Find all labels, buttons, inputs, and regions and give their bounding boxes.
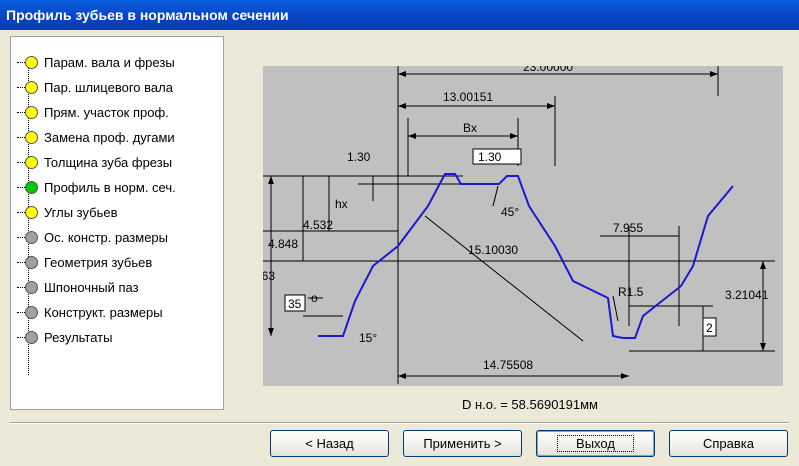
dim-35: 35 bbox=[288, 297, 302, 311]
dim-4848: 4.848 bbox=[268, 237, 298, 251]
tree-item-label: Углы зубьев bbox=[44, 204, 118, 220]
dim-total-width: 23.00000 bbox=[523, 66, 573, 74]
tree-branch bbox=[17, 286, 25, 288]
tree-item[interactable]: Парам. вала и фрезы bbox=[17, 50, 175, 74]
status-dot-icon bbox=[25, 330, 38, 344]
dim-angle-15: 15° bbox=[359, 331, 377, 345]
tree-item[interactable]: Геометрия зубьев bbox=[17, 250, 152, 274]
tree-branch bbox=[17, 111, 25, 113]
tree-item[interactable]: Пар. шлицевого вала bbox=[17, 75, 173, 99]
dim-7955: 7.955 bbox=[613, 221, 643, 235]
tree-item[interactable]: Замена проф. дугами bbox=[17, 125, 175, 149]
dim-7563: 7.563 bbox=[263, 269, 275, 283]
help-button[interactable]: Справка bbox=[669, 430, 788, 457]
tooth-profile-drawing: 23.00000 13.00151 Bx 1.30 1.30 hx 45° 4.… bbox=[263, 66, 783, 386]
tree-item[interactable]: Шпоночный паз bbox=[17, 275, 139, 299]
dimension-arrows bbox=[268, 71, 766, 379]
dim-width-1: 13.00151 bbox=[443, 90, 493, 104]
status-dot-icon bbox=[25, 255, 38, 269]
tree-branch bbox=[17, 86, 25, 88]
dim-15-10030: 15.10030 bbox=[468, 243, 518, 257]
dim-r15: R1.5 bbox=[618, 285, 644, 299]
tree-item[interactable]: Результаты bbox=[17, 325, 112, 349]
tree-item-label: Конструкт. размеры bbox=[44, 304, 163, 320]
tree-item-label: Замена проф. дугами bbox=[44, 129, 175, 145]
dimension-labels: 23.00000 13.00151 Bx 1.30 1.30 hx 45° 4.… bbox=[263, 66, 769, 372]
tree-item[interactable]: Прям. участок проф. bbox=[17, 100, 169, 124]
tree-branch bbox=[17, 186, 25, 188]
exit-button-label: Выход bbox=[557, 435, 634, 452]
tree-branch bbox=[17, 261, 25, 263]
tree-item[interactable]: Углы зубьев bbox=[17, 200, 118, 224]
status-dot-icon bbox=[25, 55, 38, 69]
tree-item[interactable]: Профиль в норм. сеч. bbox=[17, 175, 176, 199]
status-dot-icon bbox=[25, 105, 38, 119]
tree-branch bbox=[17, 161, 25, 163]
tree-branch bbox=[17, 136, 25, 138]
dim-3210: 3.21041 bbox=[725, 288, 769, 302]
status-dot-icon bbox=[25, 155, 38, 169]
window-title: Профиль зубьев в нормальном сечении bbox=[0, 0, 799, 30]
tree-branch bbox=[17, 236, 25, 238]
tree-item[interactable]: Конструкт. размеры bbox=[17, 300, 163, 324]
status-dot-icon bbox=[25, 280, 38, 294]
dim-angle-45: 45° bbox=[501, 205, 519, 219]
dim-hx: hx bbox=[335, 197, 348, 211]
separator bbox=[10, 422, 789, 424]
dim-top-2: 1.30 bbox=[478, 150, 502, 164]
tree-item-label: Пар. шлицевого вала bbox=[44, 79, 173, 95]
status-dot-icon bbox=[25, 180, 38, 194]
apply-button[interactable]: Применить > bbox=[403, 430, 522, 457]
tree-item-label: Геометрия зубьев bbox=[44, 254, 153, 270]
tree-item-label: Шпоночный паз bbox=[44, 279, 139, 295]
dim-14755: 14.75508 bbox=[483, 358, 533, 372]
dim-deg-o: o bbox=[311, 291, 318, 305]
result-diameter: D н.о. = 58.5690191мм bbox=[461, 397, 598, 412]
status-dot-icon bbox=[25, 205, 38, 219]
tooth-profile-curve bbox=[318, 173, 734, 339]
dim-2: 2 bbox=[706, 321, 713, 335]
tree-item-label: Парам. вала и фрезы bbox=[44, 54, 175, 70]
tree-item-label: Толщина зуба фрезы bbox=[44, 154, 173, 170]
tree-item-label: Прям. участок проф. bbox=[44, 104, 169, 120]
tree-branch bbox=[17, 61, 25, 63]
tree-branch bbox=[17, 311, 25, 313]
tree-branch bbox=[17, 211, 25, 213]
dim-bx: Bx bbox=[463, 121, 477, 135]
tree-item-label: Профиль в норм. сеч. bbox=[44, 179, 176, 195]
tree-item[interactable]: Толщина зуба фрезы bbox=[17, 150, 172, 174]
exit-button[interactable]: Выход bbox=[536, 430, 655, 457]
status-dot-icon bbox=[25, 305, 38, 319]
back-button[interactable]: < Назад bbox=[270, 430, 389, 457]
tree-item[interactable]: Ос. констр. размеры bbox=[17, 225, 168, 249]
status-dot-icon bbox=[25, 230, 38, 244]
dim-top-1: 1.30 bbox=[347, 150, 371, 164]
status-dot-icon bbox=[25, 80, 38, 94]
tree-branch bbox=[17, 336, 25, 338]
tree-item-label: Результаты bbox=[44, 329, 113, 345]
tree-item-label: Ос. констр. размеры bbox=[44, 229, 169, 245]
dim-4532: 4.532 bbox=[303, 218, 333, 232]
status-dot-icon bbox=[25, 130, 38, 144]
